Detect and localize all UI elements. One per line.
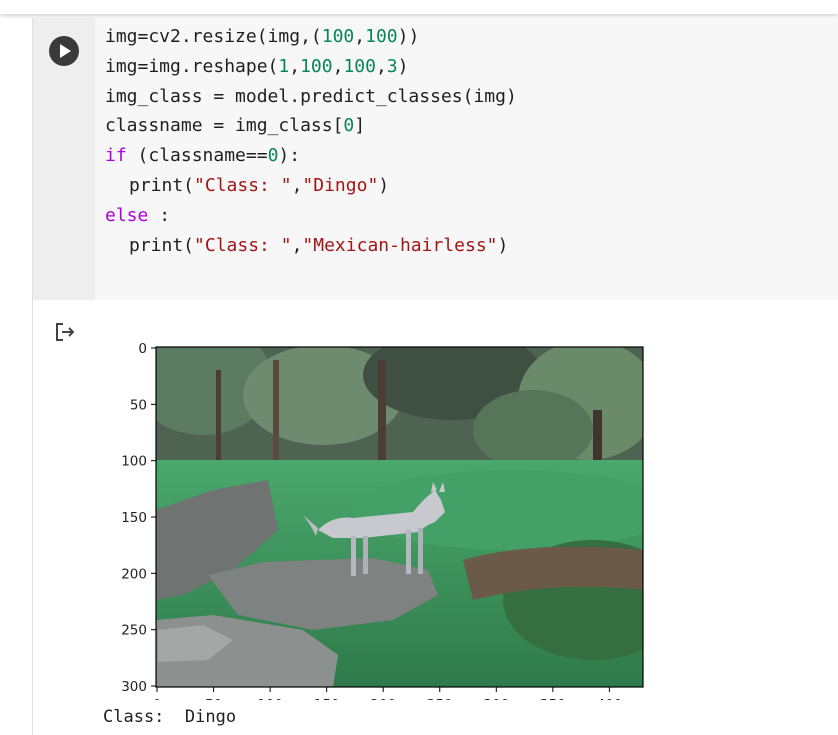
x-tick-label: 400 bbox=[597, 697, 623, 700]
x-tick-label: 350 bbox=[540, 697, 566, 700]
code-token: , bbox=[354, 26, 366, 47]
code-line[interactable]: else : bbox=[105, 201, 825, 231]
code-input-area[interactable]: img=cv2.resize(img,(100,100)) img=img.res… bbox=[33, 18, 838, 300]
code-token: img=cv2.resize(img,( bbox=[105, 26, 322, 47]
play-circle-icon bbox=[60, 44, 71, 58]
run-cell-button[interactable] bbox=[49, 36, 79, 66]
x-tick-label: 100 bbox=[257, 697, 283, 700]
code-token: 0 bbox=[267, 145, 279, 167]
y-tick-label: 150 bbox=[121, 510, 147, 526]
code-editor[interactable]: img=cv2.resize(img,(100,100)) img=img.res… bbox=[105, 22, 825, 260]
x-tick-label: 250 bbox=[427, 697, 453, 700]
code-token: ) bbox=[497, 234, 509, 256]
image-plot: 0 50 100 150 200 250 300 0 50 100 150 200 250 300 350… bbox=[121, 341, 644, 700]
code-token: 0 bbox=[343, 115, 355, 137]
code-line[interactable]: print("Class: ","Mexican-hairless") bbox=[105, 231, 825, 261]
code-token: ) bbox=[397, 55, 409, 77]
photo-image bbox=[156, 347, 643, 687]
code-token: , bbox=[375, 55, 387, 77]
code-token: 100 bbox=[365, 26, 398, 47]
x-tick-label: 200 bbox=[370, 697, 396, 700]
code-line[interactable]: if (classname==0): bbox=[105, 141, 825, 171]
x-tick-label: 300 bbox=[483, 697, 509, 700]
code-token: 3 bbox=[386, 55, 398, 77]
code-token: "Class: " bbox=[194, 234, 292, 256]
code-token: img_class = model.predict_classes(img) bbox=[105, 85, 517, 107]
code-token: if bbox=[105, 145, 127, 167]
code-line[interactable]: classname = img_class[0] bbox=[105, 111, 825, 141]
code-token: (classname== bbox=[126, 145, 268, 167]
code-token: , bbox=[332, 55, 344, 77]
code-cell[interactable]: img=cv2.resize(img,(100,100)) img=img.res… bbox=[32, 18, 838, 735]
code-token: print( bbox=[129, 174, 195, 196]
code-token: img=img.reshape( bbox=[105, 55, 279, 77]
cell-gutter bbox=[33, 18, 95, 300]
stdout-text: Class: Dingo bbox=[103, 707, 237, 727]
code-token: classname = img_class[ bbox=[105, 115, 344, 137]
code-token: , bbox=[291, 174, 303, 196]
code-token: 100 bbox=[300, 55, 333, 77]
code-token: else bbox=[105, 204, 149, 226]
y-tick-label: 300 bbox=[121, 679, 147, 695]
code-line[interactable]: print("Class: ","Dingo") bbox=[105, 171, 825, 201]
code-token: 1 bbox=[278, 55, 290, 77]
code-token: ): bbox=[278, 145, 301, 167]
code-token: "Mexican-hairless" bbox=[302, 234, 498, 256]
y-tick-label: 0 bbox=[138, 341, 147, 357]
code-token: ) bbox=[378, 174, 390, 196]
code-line[interactable]: img=img.reshape(1,100,100,3) bbox=[105, 52, 825, 82]
code-token: 100 bbox=[343, 55, 376, 77]
x-axis: 0 50 100 150 200 250 300 350 400 bbox=[153, 687, 623, 700]
code-line[interactable]: img_class = model.predict_classes(img) bbox=[105, 82, 825, 112]
notebook-toolbar bbox=[0, 0, 838, 14]
code-token: : bbox=[148, 204, 171, 226]
code-token: )) bbox=[397, 26, 420, 47]
code-token: 100 bbox=[321, 26, 355, 47]
x-tick-label: 50 bbox=[205, 697, 222, 700]
y-tick-label: 50 bbox=[130, 397, 147, 413]
code-token: , bbox=[291, 234, 303, 256]
code-line[interactable]: img=cv2.resize(img,(100,100)) bbox=[105, 22, 825, 52]
x-tick-label: 0 bbox=[153, 697, 162, 700]
code-token: print( bbox=[129, 234, 195, 256]
x-tick-label: 150 bbox=[314, 697, 340, 700]
y-tick-label: 200 bbox=[121, 566, 147, 582]
y-tick-label: 250 bbox=[121, 623, 147, 639]
code-token: , bbox=[289, 55, 301, 77]
code-token: ] bbox=[354, 115, 366, 137]
code-token: "Class: " bbox=[194, 174, 292, 196]
code-token: "Dingo" bbox=[302, 174, 379, 196]
cell-output: 0 50 100 150 200 250 300 0 50 100 150 200 250 300 350… bbox=[33, 300, 838, 735]
y-tick-label: 100 bbox=[121, 454, 147, 470]
y-axis: 0 50 100 150 200 250 300 bbox=[121, 341, 156, 695]
